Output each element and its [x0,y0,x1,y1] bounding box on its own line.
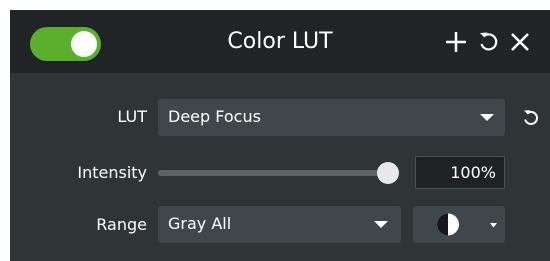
toggle-knob [71,31,97,57]
range-dropdown[interactable]: Gray All [158,206,401,243]
chevron-down-icon [374,221,388,228]
plus-icon[interactable] [443,28,469,56]
range-label: Range [96,215,147,234]
panel-header: Color LUT [10,10,550,73]
intensity-value-field[interactable]: 100% [415,156,505,189]
lut-label: LUT [117,107,147,126]
range-mode-dropdown[interactable] [413,206,505,243]
intensity-label: Intensity [77,163,147,182]
lut-reset-icon[interactable] [520,107,542,129]
close-icon[interactable] [507,28,533,56]
range-dropdown-value: Gray All [168,214,232,233]
intensity-slider[interactable] [158,162,399,184]
enable-toggle[interactable] [30,27,101,61]
color-lut-panel: Color LUT LUT Deep Focus Intensity 100% … [10,10,550,261]
reset-icon[interactable] [475,28,501,56]
lut-dropdown[interactable]: Deep Focus [158,99,505,136]
intensity-slider-fill [158,170,393,176]
half-circle-icon [437,213,497,236]
lut-dropdown-value: Deep Focus [168,107,261,126]
intensity-slider-thumb[interactable] [377,162,399,184]
chevron-down-icon [480,114,494,121]
